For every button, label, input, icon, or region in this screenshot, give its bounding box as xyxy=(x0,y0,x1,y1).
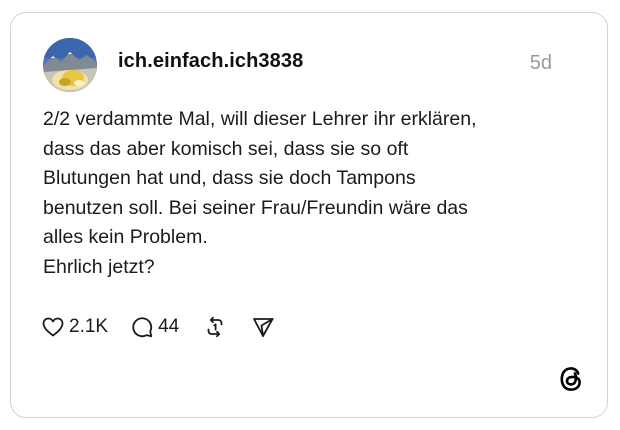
post-text: 2/2 verdammte Mal, will dieser Lehrer ih… xyxy=(43,105,583,283)
post-text-line: alles kein Problem. xyxy=(43,226,208,249)
threads-logo xyxy=(557,365,585,393)
like-button[interactable]: 2.1K xyxy=(41,315,108,339)
post-text-line: 2/2 verdammte Mal, will dieser Lehrer ih… xyxy=(43,108,477,130)
post-actions: 2.1K 44 xyxy=(41,313,275,341)
repost-button[interactable] xyxy=(203,315,227,339)
post-text-line: Blutungen hat und, dass sie doch Tampons xyxy=(43,167,416,190)
post-card[interactable]: ich.einfach.ich3838 5d 2/2 verdammte Mal… xyxy=(10,12,608,418)
send-icon xyxy=(251,315,275,339)
avatar[interactable] xyxy=(43,38,97,92)
post-text-line: dass das aber komisch sei, dass sie so o… xyxy=(43,137,409,160)
post-text-line: benutzen soll. Bei seiner Frau/Freundin … xyxy=(43,196,468,219)
post-timestamp: 5d xyxy=(529,52,552,74)
post-text-line: Ehrlich jetzt? xyxy=(43,255,155,278)
share-button[interactable] xyxy=(251,315,275,339)
reply-button[interactable]: 44 xyxy=(130,315,179,339)
comment-bubble-icon xyxy=(130,315,154,339)
username[interactable]: ich.einfach.ich3838 xyxy=(118,50,303,73)
reply-count: 44 xyxy=(158,316,180,337)
heart-icon xyxy=(41,315,65,339)
like-count: 2.1K xyxy=(69,316,109,337)
repost-icon xyxy=(203,315,227,339)
